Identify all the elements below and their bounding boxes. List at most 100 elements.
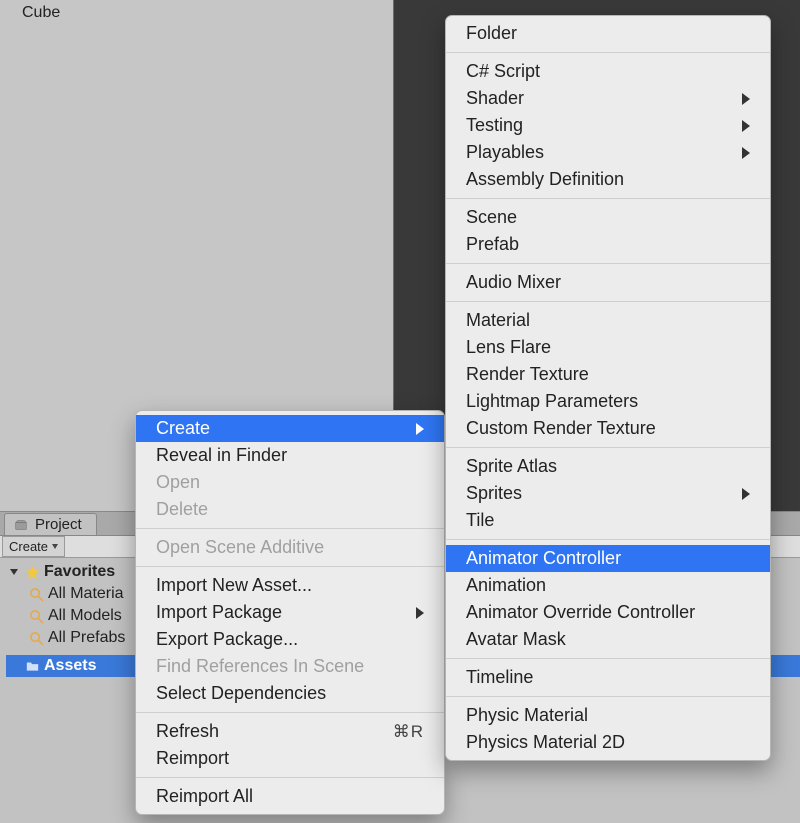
menu-item-refresh[interactable]: Refresh ⌘R: [136, 718, 444, 745]
menu-item-label: Create: [156, 418, 210, 439]
favorite-label: All Prefabs: [48, 629, 125, 647]
menu-item-custom-render-texture[interactable]: Custom Render Texture: [446, 415, 770, 442]
context-menu-primary: Create Reveal in Finder Open Delete Open Sce…: [135, 410, 445, 815]
menu-item-select-dependencies[interactable]: Select Dependencies: [136, 680, 444, 707]
menu-item-label: Testing: [466, 115, 523, 136]
menu-item-label: Render Texture: [466, 364, 589, 385]
menu-item-physics-material-2d[interactable]: Physics Material 2D: [446, 729, 770, 756]
menu-separator: [136, 566, 444, 567]
menu-item-export-package[interactable]: Export Package...: [136, 626, 444, 653]
chevron-right-icon: [416, 607, 424, 619]
menu-item-timeline[interactable]: Timeline: [446, 664, 770, 691]
menu-item-label: Open: [156, 472, 200, 493]
menu-item-label: Timeline: [466, 667, 533, 688]
chevron-right-icon: [742, 147, 750, 159]
context-menu-create: Folder C# Script Shader Testing Playables Ass…: [445, 15, 771, 761]
menu-item-assembly-definition[interactable]: Assembly Definition: [446, 166, 770, 193]
menu-item-scene[interactable]: Scene: [446, 204, 770, 231]
project-tab[interactable]: Project: [4, 513, 97, 535]
project-tab-label: Project: [35, 516, 82, 533]
menu-item-label: Shader: [466, 88, 524, 109]
menu-item-label: Animator Override Controller: [466, 602, 695, 623]
menu-item-label: Refresh: [156, 721, 219, 742]
search-icon: [28, 608, 44, 624]
menu-item-animation[interactable]: Animation: [446, 572, 770, 599]
menu-item-reveal-in-finder[interactable]: Reveal in Finder: [136, 442, 444, 469]
menu-item-physic-material[interactable]: Physic Material: [446, 702, 770, 729]
menu-item-audio-mixer[interactable]: Audio Mixer: [446, 269, 770, 296]
menu-item-import-package[interactable]: Import Package: [136, 599, 444, 626]
menu-item-label: Export Package...: [156, 629, 298, 650]
menu-item-label: Custom Render Texture: [466, 418, 656, 439]
menu-item-label: Lens Flare: [466, 337, 551, 358]
menu-separator: [446, 658, 770, 659]
menu-item-label: Delete: [156, 499, 208, 520]
menu-item-open-scene-additive: Open Scene Additive: [136, 534, 444, 561]
menu-item-lightmap-parameters[interactable]: Lightmap Parameters: [446, 388, 770, 415]
menu-item-label: Find References In Scene: [156, 656, 364, 677]
create-button[interactable]: Create: [2, 536, 65, 557]
menu-separator: [446, 301, 770, 302]
menu-item-lens-flare[interactable]: Lens Flare: [446, 334, 770, 361]
create-button-label: Create: [9, 539, 48, 554]
menu-item-label: Select Dependencies: [156, 683, 326, 704]
menu-item-label: Sprite Atlas: [466, 456, 557, 477]
menu-item-label: Open Scene Additive: [156, 537, 324, 558]
menu-item-shader[interactable]: Shader: [446, 85, 770, 112]
menu-separator: [446, 539, 770, 540]
menu-item-label: Animator Controller: [466, 548, 621, 569]
menu-item-label: Physic Material: [466, 705, 588, 726]
menu-item-label: Reimport: [156, 748, 229, 769]
favorite-label: All Models: [48, 607, 122, 625]
menu-item-label: Reveal in Finder: [156, 445, 287, 466]
star-icon: [24, 564, 40, 580]
folder-icon: [24, 658, 40, 674]
menu-item-label: Lightmap Parameters: [466, 391, 638, 412]
menu-item-testing[interactable]: Testing: [446, 112, 770, 139]
menu-item-label: Import Package: [156, 602, 282, 623]
menu-item-tile[interactable]: Tile: [446, 507, 770, 534]
menu-item-c-script[interactable]: C# Script: [446, 58, 770, 85]
menu-item-delete: Delete: [136, 496, 444, 523]
menu-separator: [136, 712, 444, 713]
menu-item-import-new-asset[interactable]: Import New Asset...: [136, 572, 444, 599]
menu-item-avatar-mask[interactable]: Avatar Mask: [446, 626, 770, 653]
menu-item-animator-controller[interactable]: Animator Controller: [446, 545, 770, 572]
menu-item-reimport-all[interactable]: Reimport All: [136, 783, 444, 810]
menu-item-playables[interactable]: Playables: [446, 139, 770, 166]
menu-item-sprite-atlas[interactable]: Sprite Atlas: [446, 453, 770, 480]
hierarchy-item[interactable]: Cube: [0, 0, 393, 22]
search-icon: [28, 586, 44, 602]
menu-separator: [446, 696, 770, 697]
menu-item-reimport[interactable]: Reimport: [136, 745, 444, 772]
chevron-down-icon: [52, 544, 58, 549]
chevron-right-icon: [742, 120, 750, 132]
chevron-right-icon: [416, 423, 424, 435]
menu-item-prefab[interactable]: Prefab: [446, 231, 770, 258]
menu-item-label: Scene: [466, 207, 517, 228]
menu-item-label: Avatar Mask: [466, 629, 566, 650]
menu-item-folder[interactable]: Folder: [446, 20, 770, 47]
menu-item-label: Tile: [466, 510, 494, 531]
project-icon: [13, 517, 29, 533]
menu-item-animator-override-controller[interactable]: Animator Override Controller: [446, 599, 770, 626]
menu-item-find-references-in-scene: Find References In Scene: [136, 653, 444, 680]
menu-item-label: C# Script: [466, 61, 540, 82]
menu-item-render-texture[interactable]: Render Texture: [446, 361, 770, 388]
favorite-label: All Materia: [48, 585, 124, 603]
menu-item-open: Open: [136, 469, 444, 496]
chevron-right-icon: [742, 488, 750, 500]
menu-item-label: Sprites: [466, 483, 522, 504]
menu-item-shortcut: ⌘R: [393, 722, 424, 742]
chevron-right-icon: [742, 93, 750, 105]
menu-item-label: Folder: [466, 23, 517, 44]
menu-separator: [446, 263, 770, 264]
menu-separator: [446, 198, 770, 199]
menu-item-create[interactable]: Create: [136, 415, 444, 442]
menu-separator: [446, 447, 770, 448]
menu-item-material[interactable]: Material: [446, 307, 770, 334]
menu-item-label: Reimport All: [156, 786, 253, 807]
menu-item-sprites[interactable]: Sprites: [446, 480, 770, 507]
menu-item-label: Animation: [466, 575, 546, 596]
menu-item-label: Assembly Definition: [466, 169, 624, 190]
